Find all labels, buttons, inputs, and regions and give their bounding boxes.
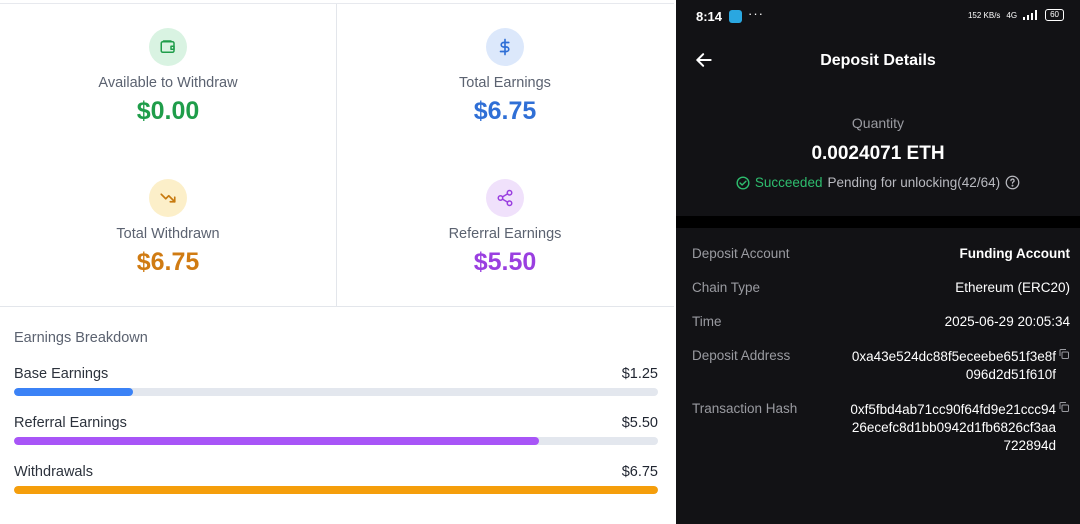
detail-label: Chain Type bbox=[692, 280, 761, 295]
stats-grid: Available to Withdraw $0.00 Total Earnin… bbox=[0, 4, 674, 307]
breakdown-amount: $1.25 bbox=[621, 366, 658, 382]
breakdown-row-base-earnings: Base Earnings $1.25 bbox=[14, 366, 658, 415]
deposit-address-value: 0xa43e524dc88f5eceebe651f3e8f096d2d51f61… bbox=[851, 349, 1056, 382]
battery-icon: 60 bbox=[1045, 9, 1064, 21]
quantity-label: Quantity bbox=[851, 115, 905, 131]
network-speed: 152 KB/s bbox=[967, 10, 1001, 20]
signal-icon bbox=[1023, 10, 1038, 20]
status-pending: Pending for unlocking(42/64) bbox=[827, 175, 1001, 190]
stat-referral-earnings: Referral Earnings $5.50 bbox=[337, 179, 673, 277]
network-type: 4G bbox=[1006, 10, 1018, 20]
copy-icon[interactable] bbox=[1058, 401, 1070, 413]
detail-label: Transaction Hash bbox=[692, 401, 798, 416]
breakdown-title: Earnings Breakdown bbox=[14, 330, 148, 346]
progress-fill bbox=[14, 486, 658, 494]
stat-available-to-withdraw: Available to Withdraw $0.00 bbox=[0, 28, 336, 126]
detail-value: 2025-06-29 20:05:34 bbox=[944, 314, 1070, 329]
page-title: Deposit Details bbox=[820, 52, 936, 69]
status-bar: 8:14 ··· 152 KB/s 4G 60 bbox=[676, 0, 1080, 32]
deposit-details-screen: 8:14 ··· 152 KB/s 4G 60 Deposit Details … bbox=[676, 0, 1080, 524]
trending-down-icon bbox=[149, 179, 187, 217]
detail-deposit-account: Deposit Account Funding Account bbox=[692, 246, 1070, 261]
detail-transaction-hash: Transaction Hash 0xf5fbd4ab71cc90f64fd9e… bbox=[692, 401, 1070, 455]
breakdown-row-withdrawals: Withdrawals $6.75 bbox=[14, 464, 658, 513]
transaction-hash-value: 0xf5fbd4ab71cc90f64fd9e21ccc9426ecefc8d1… bbox=[850, 402, 1056, 453]
stat-total-earnings: Total Earnings $6.75 bbox=[337, 28, 673, 126]
detail-value-wrap: 0xf5fbd4ab71cc90f64fd9e21ccc9426ecefc8d1… bbox=[848, 401, 1070, 455]
breakdown-row-referral-earnings: Referral Earnings $5.50 bbox=[14, 415, 658, 464]
stat-label: Total Earnings bbox=[459, 75, 551, 91]
status-time: 8:14 bbox=[696, 9, 723, 24]
telegram-icon bbox=[729, 10, 742, 23]
detail-label: Deposit Address bbox=[692, 348, 791, 363]
section-divider bbox=[676, 216, 1080, 228]
breakdown-amount: $5.50 bbox=[621, 415, 658, 431]
breakdown-label: Referral Earnings bbox=[14, 415, 127, 431]
earnings-breakdown: Earnings Breakdown Base Earnings $1.25 R… bbox=[14, 330, 658, 513]
stat-value: $5.50 bbox=[473, 248, 537, 276]
dollar-icon bbox=[486, 28, 524, 66]
detail-value: Ethereum (ERC20) bbox=[955, 280, 1070, 295]
stat-value: $6.75 bbox=[136, 248, 200, 276]
status-succeeded: Succeeded bbox=[754, 175, 823, 190]
progress-track bbox=[14, 437, 658, 445]
copy-icon[interactable] bbox=[1058, 348, 1070, 360]
earnings-dashboard: Available to Withdraw $0.00 Total Earnin… bbox=[0, 0, 676, 524]
stat-total-withdrawn: Total Withdrawn $6.75 bbox=[0, 179, 336, 277]
breakdown-label: Withdrawals bbox=[14, 464, 93, 480]
detail-time: Time 2025-06-29 20:05:34 bbox=[692, 314, 1070, 329]
deposit-status: Succeeded Pending for unlocking(42/64) bbox=[676, 175, 1080, 190]
check-circle-icon bbox=[736, 175, 750, 190]
detail-label: Time bbox=[692, 314, 722, 329]
quantity-value: 0.0024071 ETH bbox=[811, 143, 945, 164]
app-bar: Deposit Details bbox=[676, 40, 1080, 84]
detail-chain-type: Chain Type Ethereum (ERC20) bbox=[692, 280, 1070, 295]
progress-track bbox=[14, 388, 658, 396]
progress-track bbox=[14, 486, 658, 494]
more-notifications-icon: ··· bbox=[748, 6, 764, 21]
stat-label: Referral Earnings bbox=[448, 226, 562, 242]
stat-label: Available to Withdraw bbox=[98, 75, 238, 91]
breakdown-label: Base Earnings bbox=[14, 366, 109, 382]
wallet-icon bbox=[149, 28, 187, 66]
share-icon bbox=[486, 179, 524, 217]
detail-label: Deposit Account bbox=[692, 246, 790, 261]
stat-value: $6.75 bbox=[473, 97, 537, 125]
detail-value-wrap: 0xa43e524dc88f5eceebe651f3e8f096d2d51f61… bbox=[850, 348, 1070, 384]
status-indicators: 152 KB/s 4G 60 bbox=[968, 9, 1064, 21]
stat-value: $0.00 bbox=[136, 97, 200, 125]
progress-fill bbox=[14, 437, 539, 445]
detail-value: Funding Account bbox=[959, 246, 1070, 261]
progress-fill bbox=[14, 388, 134, 396]
help-icon[interactable] bbox=[1005, 175, 1020, 190]
breakdown-amount: $6.75 bbox=[621, 464, 658, 480]
stat-label: Total Withdrawn bbox=[116, 226, 220, 242]
detail-deposit-address: Deposit Address 0xa43e524dc88f5eceebe651… bbox=[692, 348, 1070, 384]
